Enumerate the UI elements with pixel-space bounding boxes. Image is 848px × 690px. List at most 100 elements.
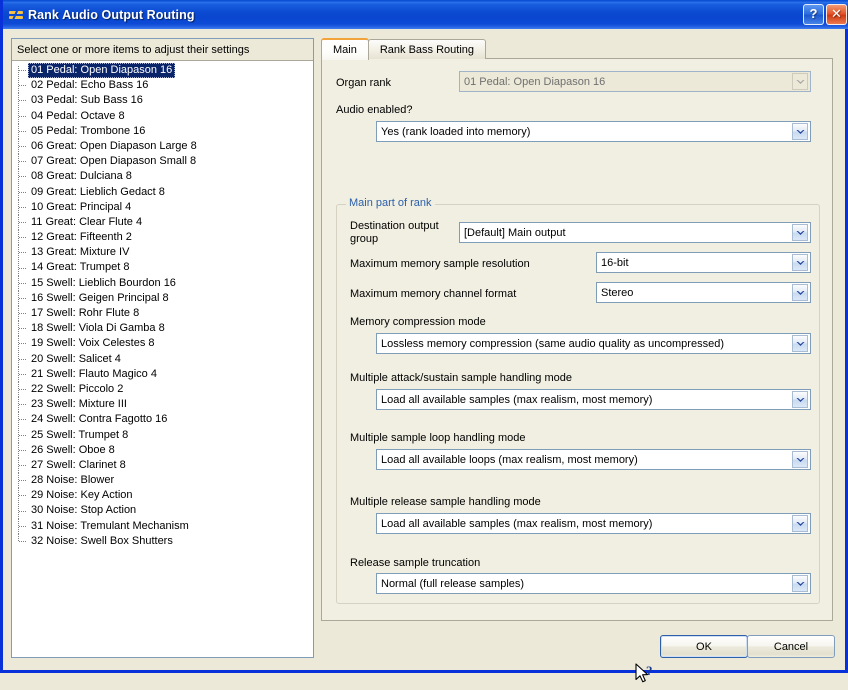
list-item[interactable]: 14 Great: Trumpet 8: [12, 260, 313, 276]
list-item-label: 03 Pedal: Sub Bass 16: [31, 94, 143, 107]
tree-line-icon: [14, 78, 28, 94]
list-item[interactable]: 28 Noise: Blower: [12, 473, 313, 489]
chevron-down-icon[interactable]: [792, 254, 808, 271]
tree-line-icon: [14, 245, 28, 261]
tab-panel-main: Organ rank 01 Pedal: Open Diapason 16 Au…: [321, 58, 833, 621]
tree-line-icon: [14, 230, 28, 246]
list-item[interactable]: 01 Pedal: Open Diapason 16: [12, 63, 313, 79]
list-item[interactable]: 17 Swell: Rohr Flute 8: [12, 306, 313, 322]
tab-rank-bass-routing[interactable]: Rank Bass Routing: [367, 39, 487, 59]
list-item[interactable]: 08 Great: Dulciana 8: [12, 169, 313, 185]
multiple-attack-sustain-mode-combo[interactable]: Load all available samples (max realism,…: [376, 389, 811, 410]
tree-line-icon: [14, 139, 28, 155]
list-item-label: 27 Swell: Clarinet 8: [31, 458, 126, 471]
multiple-sample-loop-mode-label: Multiple sample loop handling mode: [350, 432, 526, 444]
list-item-label: 15 Swell: Lieblich Bourdon 16: [31, 276, 176, 289]
tree-line-icon: [14, 199, 28, 215]
max-memory-sample-resolution-combo[interactable]: 16-bit: [596, 252, 811, 273]
list-item[interactable]: 27 Swell: Clarinet 8: [12, 457, 313, 473]
list-item-label: 29 Noise: Key Action: [31, 489, 133, 502]
list-item-label: 32 Noise: Swell Box Shutters: [31, 534, 173, 547]
list-item-label: 23 Swell: Mixture III: [31, 398, 127, 411]
release-sample-truncation-combo[interactable]: Normal (full release samples): [376, 573, 811, 594]
rank-list-panel: Select one or more items to adjust their…: [11, 38, 314, 658]
close-icon[interactable]: ✕: [826, 4, 847, 25]
close-button-label: ✕: [831, 6, 842, 21]
list-item[interactable]: 07 Great: Open Diapason Small 8: [12, 154, 313, 170]
list-item[interactable]: 15 Swell: Lieblich Bourdon 16: [12, 275, 313, 291]
list-item-label: 05 Pedal: Trombone 16: [31, 124, 146, 137]
tab-main[interactable]: Main: [321, 38, 369, 60]
list-item[interactable]: 30 Noise: Stop Action: [12, 503, 313, 519]
tree-line-icon: [14, 473, 28, 489]
audio-enabled-combo[interactable]: Yes (rank loaded into memory): [376, 121, 811, 142]
list-item[interactable]: 02 Pedal: Echo Bass 16: [12, 78, 313, 94]
list-item[interactable]: 10 Great: Principal 4: [12, 199, 313, 215]
chevron-down-icon[interactable]: [792, 284, 808, 301]
list-item[interactable]: 23 Swell: Mixture III: [12, 397, 313, 413]
chevron-down-icon[interactable]: [792, 515, 808, 532]
memory-compression-mode-combo[interactable]: Lossless memory compression (same audio …: [376, 333, 811, 354]
list-item[interactable]: 03 Pedal: Sub Bass 16: [12, 93, 313, 109]
tab-strip: Main Rank Bass Routing: [321, 38, 487, 60]
list-item[interactable]: 05 Pedal: Trombone 16: [12, 123, 313, 139]
tree-line-icon: [14, 503, 28, 519]
ok-button[interactable]: OK: [660, 635, 748, 658]
list-item[interactable]: 20 Swell: Salicet 4: [12, 351, 313, 367]
list-item-label: 30 Noise: Stop Action: [31, 504, 137, 517]
list-item[interactable]: 21 Swell: Flauto Magico 4: [12, 366, 313, 382]
list-item[interactable]: 06 Great: Open Diapason Large 8: [12, 139, 313, 155]
list-item[interactable]: 16 Swell: Geigen Principal 8: [12, 290, 313, 306]
list-item[interactable]: 29 Noise: Key Action: [12, 488, 313, 504]
rank-list[interactable]: 01 Pedal: Open Diapason 16 02 Pedal: Echo…: [12, 61, 313, 657]
multiple-sample-loop-mode-combo[interactable]: Load all available loops (max realism, m…: [376, 449, 811, 470]
list-item[interactable]: 09 Great: Lieblich Gedact 8: [12, 184, 313, 200]
audio-enabled-label: Audio enabled?: [336, 104, 413, 116]
chevron-down-icon[interactable]: [792, 451, 808, 468]
tree-line-icon: [14, 169, 28, 185]
list-item[interactable]: 12 Great: Fifteenth 2: [12, 230, 313, 246]
chevron-down-icon[interactable]: [792, 224, 808, 241]
client-area: Select one or more items to adjust their…: [3, 29, 845, 683]
list-item-label: 21 Swell: Flauto Magico 4: [31, 367, 157, 380]
list-item-label: 01 Pedal: Open Diapason 16: [28, 63, 176, 79]
list-item[interactable]: 22 Swell: Piccolo 2: [12, 382, 313, 398]
list-item-label: 10 Great: Principal 4: [31, 200, 132, 213]
help-button[interactable]: ?: [803, 4, 824, 25]
chevron-down-icon[interactable]: [792, 123, 808, 140]
list-item-label: 22 Swell: Piccolo 2: [31, 382, 124, 395]
title-bar[interactable]: Rank Audio Output Routing ? ✕: [3, 0, 848, 29]
list-item[interactable]: 13 Great: Mixture IV: [12, 245, 313, 261]
list-item[interactable]: 11 Great: Clear Flute 4: [12, 214, 313, 230]
list-item[interactable]: 18 Swell: Viola Di Gamba 8: [12, 321, 313, 337]
list-item[interactable]: 25 Swell: Trumpet 8: [12, 427, 313, 443]
list-item[interactable]: 19 Swell: Voix Celestes 8: [12, 336, 313, 352]
list-item[interactable]: 04 Pedal: Octave 8: [12, 108, 313, 124]
list-item[interactable]: 31 Noise: Tremulant Mechanism: [12, 518, 313, 534]
max-memory-channel-format-combo[interactable]: Stereo: [596, 282, 811, 303]
chevron-down-icon[interactable]: [792, 335, 808, 352]
list-item-label: 07 Great: Open Diapason Small 8: [31, 155, 197, 168]
list-item-label: 20 Swell: Salicet 4: [31, 352, 121, 365]
organ-rank-label: Organ rank: [336, 77, 392, 89]
multiple-release-sample-mode-combo[interactable]: Load all available samples (max realism,…: [376, 513, 811, 534]
list-item-label: 24 Swell: Contra Fagotto 16: [31, 413, 168, 426]
list-item-label: 09 Great: Lieblich Gedact 8: [31, 185, 165, 198]
list-item[interactable]: 26 Swell: Oboe 8: [12, 442, 313, 458]
list-item-label: 06 Great: Open Diapason Large 8: [31, 139, 197, 152]
tab-label: Rank Bass Routing: [379, 43, 475, 56]
tree-line-icon: [14, 518, 28, 534]
list-item-label: 31 Noise: Tremulant Mechanism: [31, 519, 189, 532]
chevron-down-icon[interactable]: [792, 391, 808, 408]
chevron-down-icon: [792, 73, 808, 90]
list-item[interactable]: 24 Swell: Contra Fagotto 16: [12, 412, 313, 428]
multiple-sample-loop-mode-value: Load all available loops (max realism, m…: [381, 453, 638, 466]
destination-output-group-combo[interactable]: [Default] Main output: [459, 222, 811, 243]
cancel-button[interactable]: Cancel: [747, 635, 835, 658]
list-item-label: 19 Swell: Voix Celestes 8: [31, 337, 155, 350]
chevron-down-icon[interactable]: [792, 575, 808, 592]
tree-line-icon: [14, 382, 28, 398]
list-item[interactable]: 32 Noise: Swell Box Shutters: [12, 533, 313, 549]
tree-line-icon: [14, 93, 28, 109]
destination-output-group-label: Destination output group: [350, 220, 439, 245]
